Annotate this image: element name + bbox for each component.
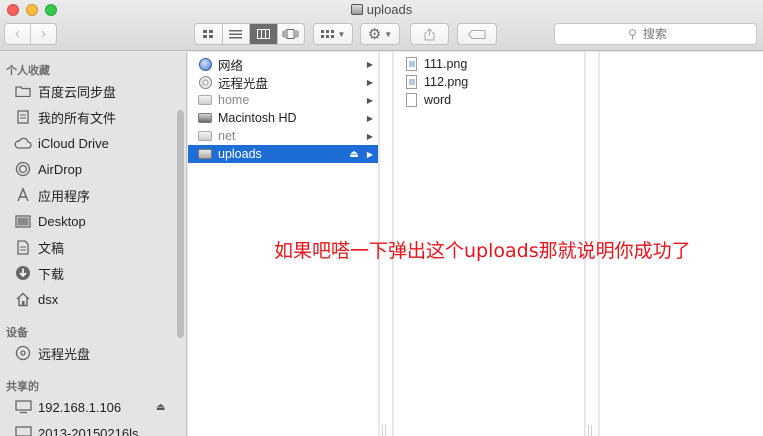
list-icon [229,29,243,38]
column2-item-111-png[interactable]: 111.png [394,55,584,73]
disclosure-arrow-icon: ▶ [366,95,373,105]
sidebar-item-documents[interactable]: 文稿 [14,236,64,258]
navigation-buttons: ‹ › [4,23,57,45]
column-resize-handle[interactable] [382,425,386,436]
column1-item-net[interactable]: net ▶ [188,127,378,145]
arrange-button[interactable]: ▼ [313,23,353,45]
download-icon [14,265,32,281]
share-icon [424,27,435,40]
sidebar-item-baidu-sync[interactable]: 百度云同步盘 [14,80,116,102]
cloud-icon [14,135,32,151]
disc-icon [197,75,213,89]
all-files-icon [14,109,32,125]
disclosure-arrow-icon: ▶ [366,149,373,159]
desktop-icon [14,213,32,229]
monitor-icon [14,425,32,436]
sidebar-header-shared: 共享的 [6,381,39,393]
back-button[interactable]: ‹ [5,24,30,44]
applications-icon [14,187,32,203]
sidebar-header-favorites: 个人收藏 [6,65,50,77]
sidebar-header-devices: 设备 [6,327,28,339]
action-button[interactable]: ⚙ ▼ [360,23,400,45]
disc-icon [14,345,32,361]
disclosure-arrow-icon: ▶ [366,77,373,87]
chevron-down-icon: ▼ [384,29,393,39]
arrange-grid-icon [320,29,334,38]
folder-icon [14,83,32,99]
search-field[interactable]: ⚲ [554,23,757,45]
column1-item-uploads[interactable]: uploads ⏏ ▶ [188,145,378,163]
column2-item-112-png[interactable]: 112.png [394,73,584,91]
sidebar-item-desktop[interactable]: Desktop [14,210,86,232]
icon-view-button[interactable] [195,24,222,44]
sidebar-scrollbar[interactable] [177,110,184,338]
eject-icon[interactable]: ⏏ [349,149,358,160]
sidebar-item-applications[interactable]: 应用程序 [14,184,90,206]
window-title: uploads [0,2,763,17]
disclosure-arrow-icon: ▶ [366,131,373,141]
window-toolbar: uploads ‹ › ▼ ⚙ ▼ ⚲ [0,0,763,51]
drive-icon [350,4,363,15]
coverflow-view-button[interactable] [276,24,305,44]
drive-icon [197,129,213,143]
network-drive-icon [197,147,213,161]
drive-icon [197,93,213,107]
disclosure-arrow-icon: ▶ [366,59,373,69]
tag-button[interactable] [457,23,497,45]
grid-icon [202,29,213,38]
forward-button[interactable]: › [30,24,56,44]
share-button[interactable] [410,23,449,45]
sidebar-item-home[interactable]: dsx [14,288,58,310]
chevron-down-icon: ▼ [337,29,346,39]
sidebar-item-remote-disc[interactable]: 远程光盘 [14,342,90,364]
documents-icon [14,239,32,255]
monitor-icon [14,399,32,415]
sidebar: 个人收藏 百度云同步盘 我的所有文件 iCloud Drive AirDrop … [0,52,187,436]
column1-item-remote-disc[interactable]: 远程光盘 ▶ [188,73,378,91]
disclosure-arrow-icon: ▶ [366,113,373,123]
hard-drive-icon [197,111,213,125]
image-file-icon [403,75,419,89]
coverflow-icon [282,29,299,39]
column1-item-network[interactable]: 网络 ▶ [188,55,378,73]
column2-item-word[interactable]: word [394,91,584,109]
annotation-text: 如果吧嗒一下弹出这个uploads那就说明你成功了 [274,240,691,262]
airdrop-icon [14,161,32,177]
sidebar-item-shared-host-1[interactable]: 192.168.1.106 [14,396,121,418]
list-view-button[interactable] [221,24,250,44]
column-resize-handle[interactable] [588,425,592,436]
eject-icon[interactable]: ⏏ [156,402,165,413]
search-icon: ⚲ [628,27,637,41]
column-view-button[interactable] [249,24,277,44]
file-icon [403,93,419,107]
column1-item-home[interactable]: home ▶ [188,91,378,109]
home-icon [14,291,32,307]
search-input[interactable] [642,27,683,41]
sidebar-item-shared-host-2[interactable]: 2013-20150216ls [14,422,138,436]
sidebar-item-downloads[interactable]: 下载 [14,262,64,284]
sidebar-item-airdrop[interactable]: AirDrop [14,158,82,180]
globe-icon [197,57,213,71]
view-mode-selector [194,23,305,45]
tag-icon [468,29,486,39]
gear-icon: ⚙ [367,26,382,43]
column1-item-macintosh-hd[interactable]: Macintosh HD ▶ [188,109,378,127]
image-file-icon [403,57,419,71]
columns-icon [256,29,270,39]
sidebar-item-icloud[interactable]: iCloud Drive [14,132,109,154]
sidebar-item-all-files[interactable]: 我的所有文件 [14,106,116,128]
